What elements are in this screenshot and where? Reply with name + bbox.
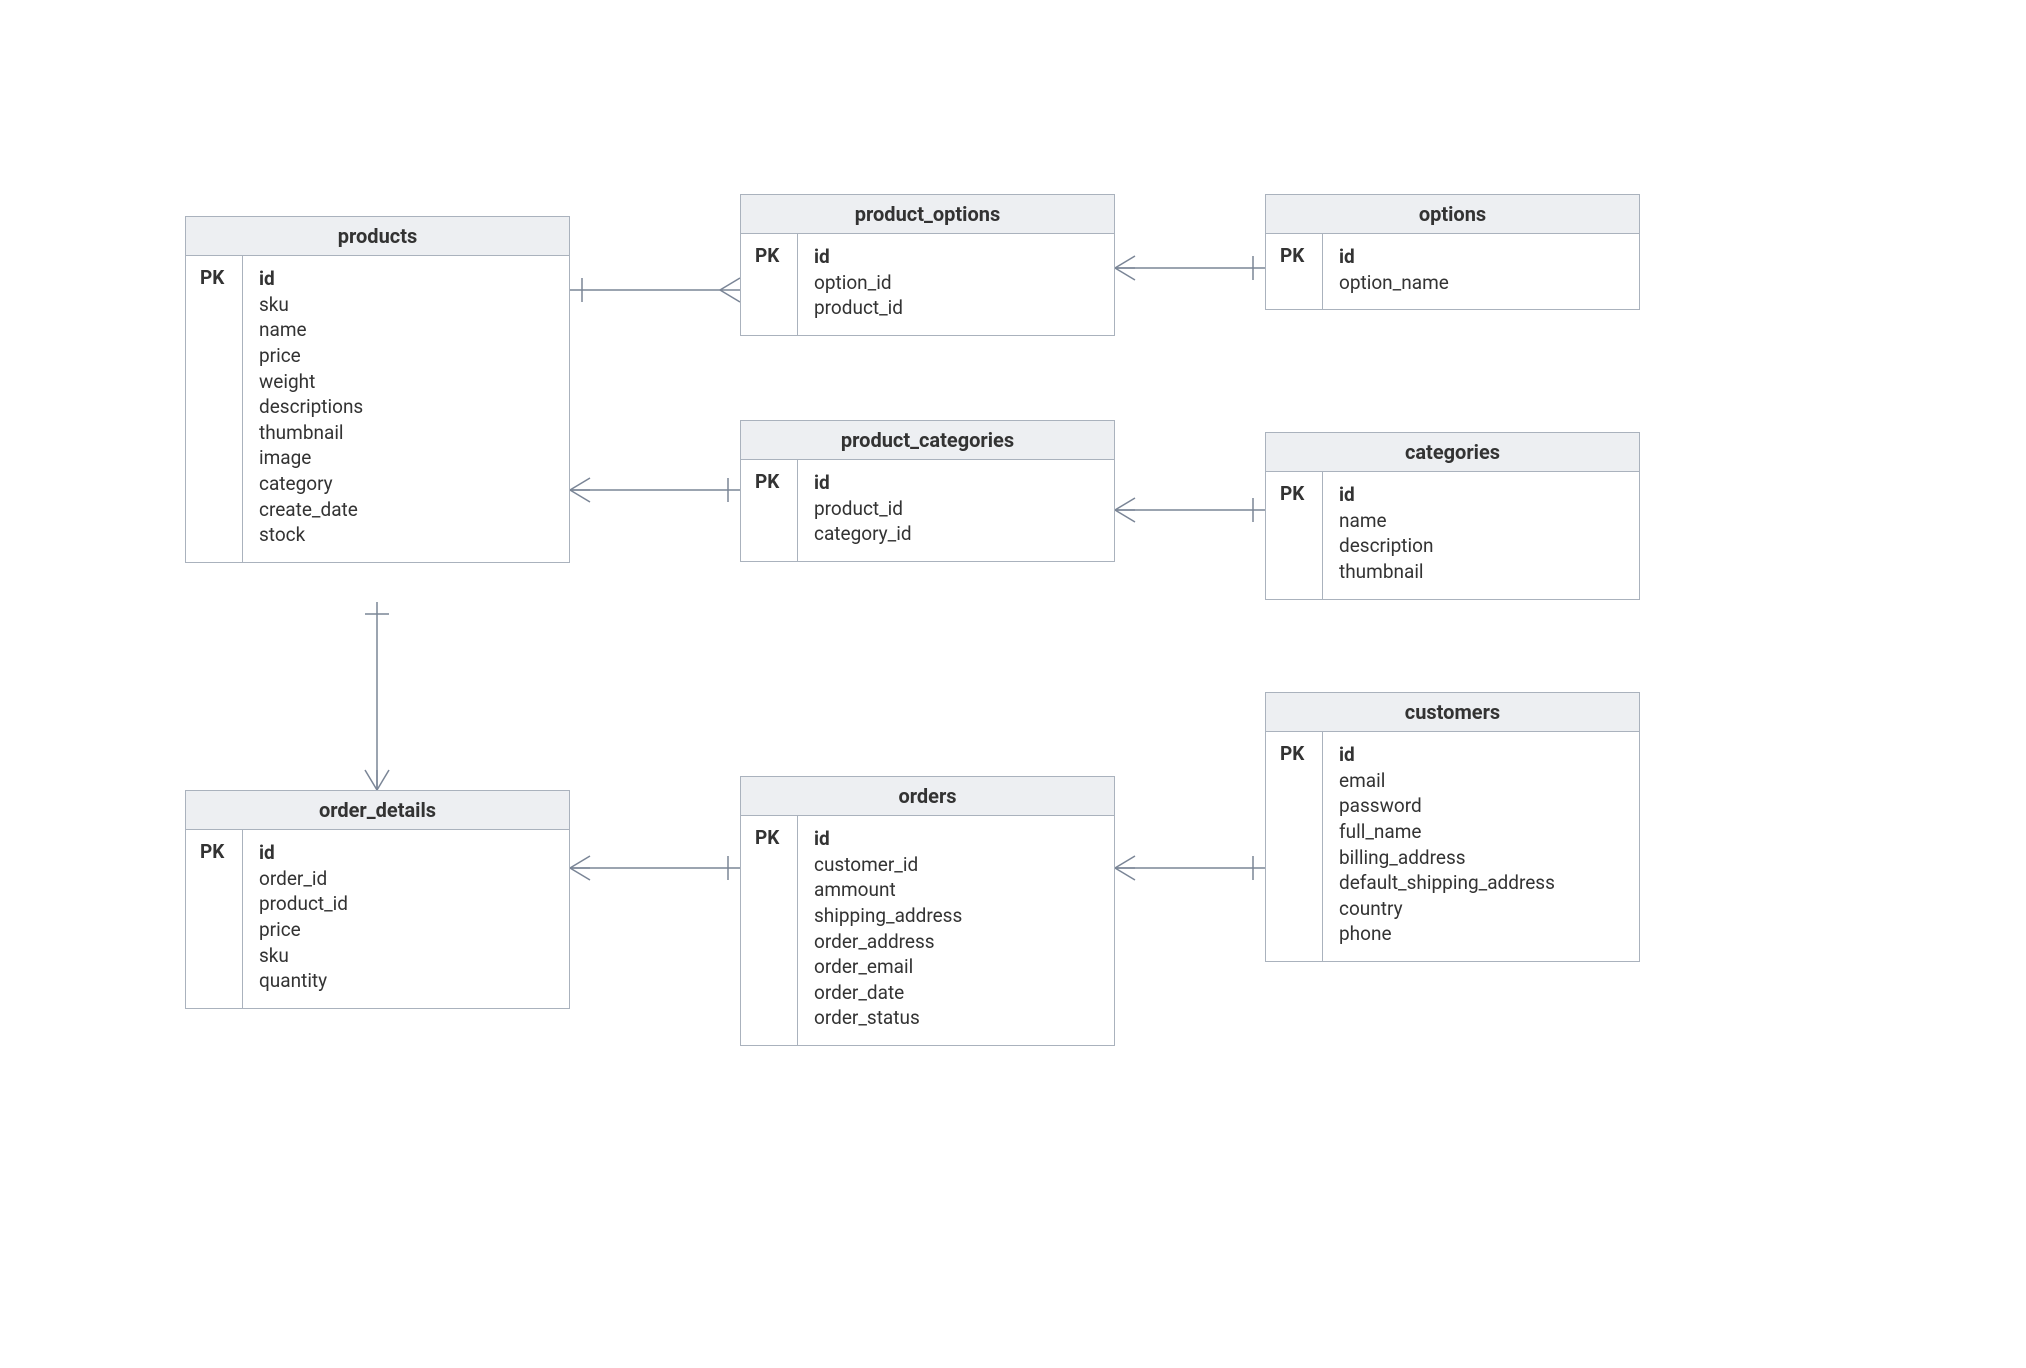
field: order_email [814,954,962,980]
entity-fields: id option_name [1323,234,1465,309]
entity-customers: customers PK id email password full_name… [1265,692,1640,962]
field: category_id [814,521,912,547]
field: image [259,445,363,471]
field: email [1339,768,1555,794]
field: thumbnail [259,420,363,446]
entity-title: categories [1266,433,1639,472]
field: order_id [259,866,348,892]
entity-product-options: product_options PK id option_id product_… [740,194,1115,336]
field: option_id [814,270,903,296]
pk-label: PK [741,234,798,335]
field: price [259,917,348,943]
field-id: id [259,840,348,866]
field: order_date [814,980,962,1006]
pk-label: PK [1266,234,1323,309]
field: order_status [814,1005,962,1031]
pk-label: PK [186,256,243,562]
entity-title: product_options [741,195,1114,234]
entity-title: product_categories [741,421,1114,460]
field: sku [259,943,348,969]
field: option_name [1339,270,1449,296]
field-id: id [1339,742,1555,768]
field: category [259,471,363,497]
field-id: id [814,826,962,852]
field-id: id [814,244,903,270]
field: quantity [259,968,348,994]
entity-title: options [1266,195,1639,234]
field-id: id [1339,482,1433,508]
entity-order-details: order_details PK id order_id product_id … [185,790,570,1009]
entity-categories: categories PK id name description thumbn… [1265,432,1640,600]
field: create_date [259,497,363,523]
field: order_address [814,929,962,955]
field: price [259,343,363,369]
entity-title: order_details [186,791,569,830]
field: product_id [814,496,912,522]
entity-orders: orders PK id customer_id ammount shippin… [740,776,1115,1046]
entity-title: orders [741,777,1114,816]
field: phone [1339,921,1555,947]
entity-product-categories: product_categories PK id product_id cate… [740,420,1115,562]
field: thumbnail [1339,559,1433,585]
pk-label: PK [741,816,798,1045]
field: name [1339,508,1433,534]
entity-fields: id email password full_name billing_addr… [1323,732,1571,961]
field: default_shipping_address [1339,870,1555,896]
entity-fields: id customer_id ammount shipping_address … [798,816,978,1045]
field: country [1339,896,1555,922]
entity-title: customers [1266,693,1639,732]
field: customer_id [814,852,962,878]
field-id: id [1339,244,1449,270]
field: password [1339,793,1555,819]
pk-label: PK [1266,472,1323,599]
field: descriptions [259,394,363,420]
field: billing_address [1339,845,1555,871]
pk-label: PK [1266,732,1323,961]
field: product_id [259,891,348,917]
entity-fields: id order_id product_id price sku quantit… [243,830,364,1008]
field: description [1339,533,1433,559]
field: weight [259,369,363,395]
field-id: id [814,470,912,496]
field: ammount [814,877,962,903]
entity-fields: id sku name price weight descriptions th… [243,256,379,562]
entity-title: products [186,217,569,256]
field-id: id [259,266,363,292]
entity-fields: id product_id category_id [798,460,928,561]
entity-products: products PK id sku name price weight des… [185,216,570,563]
field: stock [259,522,363,548]
entity-fields: id option_id product_id [798,234,919,335]
entity-options: options PK id option_name [1265,194,1640,310]
field: shipping_address [814,903,962,929]
field: product_id [814,295,903,321]
field: full_name [1339,819,1555,845]
pk-label: PK [741,460,798,561]
field: name [259,317,363,343]
entity-fields: id name description thumbnail [1323,472,1449,599]
pk-label: PK [186,830,243,1008]
er-diagram-canvas: products PK id sku name price weight des… [0,0,2026,1368]
field: sku [259,292,363,318]
